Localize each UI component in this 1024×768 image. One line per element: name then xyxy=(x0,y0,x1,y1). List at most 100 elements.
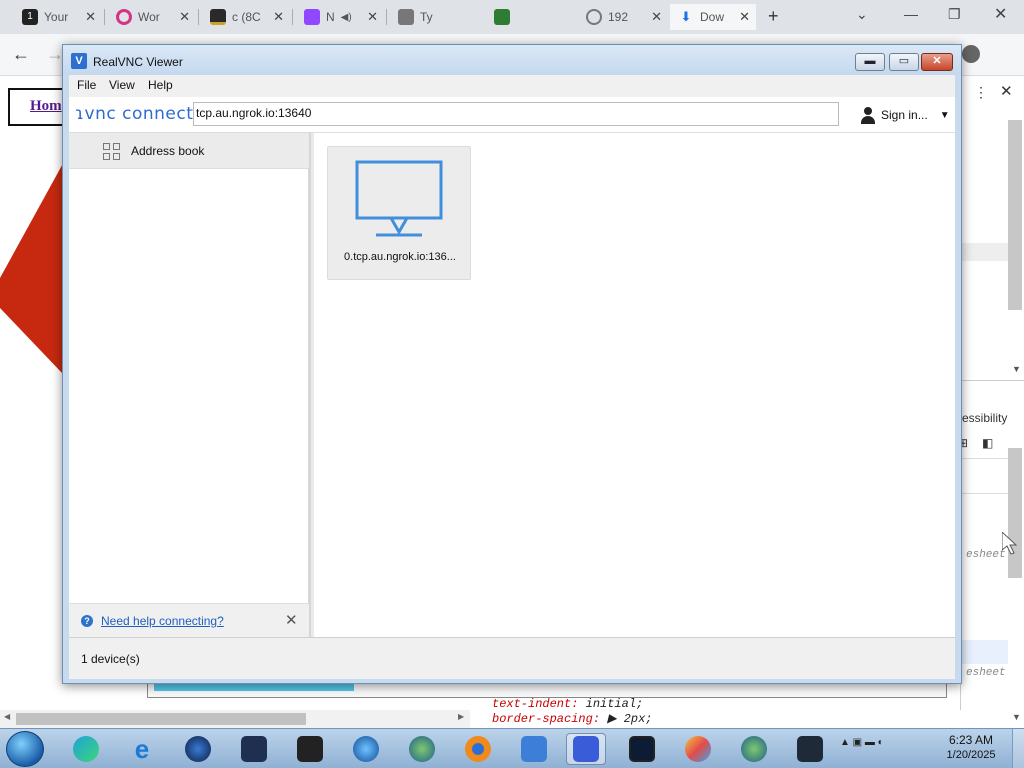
devtools-row xyxy=(962,458,1008,494)
terminal-icon[interactable] xyxy=(790,733,830,765)
close-window-icon[interactable]: ✕ xyxy=(994,4,1007,24)
accessibility-tab[interactable]: essibility xyxy=(962,411,1007,425)
close-button[interactable]: ✕ xyxy=(921,53,953,71)
window-title: RealVNC Viewer xyxy=(93,55,183,69)
help-icon: ? xyxy=(81,615,93,627)
hscroll-thumb[interactable] xyxy=(16,713,306,725)
devtools-scrollbar[interactable] xyxy=(1008,120,1022,310)
flower-icon xyxy=(116,9,132,25)
minimize-button[interactable]: ▬ xyxy=(855,53,885,71)
edge-icon[interactable] xyxy=(66,733,106,765)
css-value: initial; xyxy=(585,697,644,711)
user-icon xyxy=(859,106,877,124)
css-property: text-indent: xyxy=(492,697,579,711)
browser-tab-1[interactable]: 1 Your ✕ xyxy=(14,4,102,30)
sidebar-item-address-book[interactable]: Address book xyxy=(69,133,309,169)
browser-tab-8[interactable]: ⬇ Dow ✕ xyxy=(670,4,756,30)
vnc-toolbar: ɿvnc connect tcp.au.ngrok.io:13640 Sign … xyxy=(69,97,955,133)
red-shape xyxy=(0,158,66,373)
browser-tab-4[interactable]: N ◀) ✕ xyxy=(296,4,384,30)
kebab-icon[interactable]: ⋮ xyxy=(974,84,988,101)
globe-icon xyxy=(586,9,602,25)
realvnc-window: V RealVNC Viewer ▬ ▭ ✕ File View Help ɿv… xyxy=(62,44,962,684)
menu-view[interactable]: View xyxy=(109,78,135,92)
home-link[interactable]: Hom xyxy=(8,88,68,126)
download-icon: ⬇ xyxy=(680,9,692,24)
maximize-button[interactable]: ▭ xyxy=(889,53,919,71)
browser-tab-3[interactable]: c (8C ✕ xyxy=(202,4,290,30)
need-help-link[interactable]: Need help connecting? xyxy=(101,614,224,628)
realvnc-logo-icon: V xyxy=(71,53,87,69)
tab-separator xyxy=(292,9,293,25)
browser-tab-2[interactable]: Wor ✕ xyxy=(108,4,196,30)
css-line: text-indent: initial; xyxy=(492,697,643,711)
cube-icon xyxy=(398,9,414,25)
box-icon[interactable] xyxy=(290,733,330,765)
media-player-icon[interactable] xyxy=(346,733,386,765)
menu-help[interactable]: Help xyxy=(148,78,173,92)
close-icon[interactable]: ✕ xyxy=(179,9,190,25)
globe-icon[interactable] xyxy=(402,733,442,765)
paint-icon[interactable] xyxy=(678,733,718,765)
tab-search-icon[interactable]: ⌄ xyxy=(856,6,868,23)
browser-tab-7[interactable]: 192 ✕ xyxy=(578,4,668,30)
kde-icon[interactable] xyxy=(566,733,606,765)
new-tab-button[interactable]: + xyxy=(768,6,779,27)
show-desktop-button[interactable] xyxy=(1012,729,1024,768)
sidebar-toggle-icon[interactable]: ◧ xyxy=(982,436,993,450)
tab-separator xyxy=(104,9,105,25)
vnc-sidebar: Address book ? Need help connecting? ✕ xyxy=(69,133,311,637)
browser-tab-6[interactable] xyxy=(486,4,576,30)
vnc-address-input[interactable]: tcp.au.ngrok.io:13640 xyxy=(193,102,839,126)
progress-strip xyxy=(154,683,354,691)
vnc-titlebar[interactable]: V RealVNC Viewer ▬ ▭ ✕ xyxy=(63,45,961,75)
chart-icon xyxy=(210,9,226,25)
close-icon[interactable]: ✕ xyxy=(273,9,284,25)
scroll-down-icon[interactable]: ▼ xyxy=(1012,712,1021,722)
vnc-connect-logo: ɿvnc connect xyxy=(75,104,194,124)
back-icon[interactable]: ← xyxy=(12,44,30,65)
close-icon[interactable]: ✕ xyxy=(85,9,96,25)
browser-tab-5[interactable]: Ty xyxy=(390,4,480,30)
css-value: ▶ 2px; xyxy=(607,712,653,726)
realvnc-icon[interactable] xyxy=(514,733,554,765)
stylesheet-label: esheet xyxy=(966,667,1006,679)
scroll-left-icon[interactable]: ◀ xyxy=(4,712,10,721)
devtools-scrollbar-2[interactable] xyxy=(1008,448,1022,578)
blender-icon[interactable] xyxy=(458,733,498,765)
profile-icon[interactable] xyxy=(962,45,980,63)
clock[interactable]: 6:23 AM 1/20/2025 xyxy=(936,733,1006,763)
device-tile[interactable]: 0.tcp.au.ngrok.io:136... xyxy=(327,146,471,280)
twitch-icon xyxy=(304,9,320,25)
close-icon[interactable]: ✕ xyxy=(651,9,662,25)
devtools-divider xyxy=(960,380,1024,381)
menu-file[interactable]: File xyxy=(77,78,96,92)
tab-favicon: 1 xyxy=(22,9,38,25)
speaker-icon[interactable]: ◀) xyxy=(341,12,352,23)
ie-icon[interactable]: e xyxy=(122,733,162,765)
tray-icons[interactable]: ▲ ▣ ▬ ◐ xyxy=(840,737,884,748)
moon-icon[interactable] xyxy=(234,733,274,765)
device-area: 0.tcp.au.ngrok.io:136... xyxy=(314,133,955,637)
sidebar-item-label: Address book xyxy=(131,144,205,158)
tab-title: Ty xyxy=(420,10,433,24)
help-bar: ? Need help connecting? ✕ xyxy=(69,603,309,637)
tab-title: Wor xyxy=(138,10,160,24)
clock-date: 1/20/2025 xyxy=(946,749,996,761)
monitor-app-icon[interactable] xyxy=(622,733,662,765)
close-icon[interactable]: ✕ xyxy=(285,611,298,629)
sign-in-button[interactable]: Sign in... ▼ xyxy=(859,106,950,124)
clock-time: 6:23 AM xyxy=(948,733,994,747)
scroll-down-icon[interactable]: ▼ xyxy=(1012,364,1021,374)
devtools-close-icon[interactable]: ✕ xyxy=(1000,82,1013,100)
start-button[interactable] xyxy=(6,731,44,767)
globe2-icon[interactable] xyxy=(734,733,774,765)
close-icon[interactable]: ✕ xyxy=(367,9,378,25)
restore-icon[interactable]: ❐ xyxy=(948,6,961,23)
earth-icon[interactable] xyxy=(178,733,218,765)
stylesheet-label: esheet xyxy=(966,549,1006,561)
minimize-icon[interactable]: — xyxy=(904,6,918,22)
close-icon[interactable]: ✕ xyxy=(739,9,750,25)
scroll-right-icon[interactable]: ▶ xyxy=(458,712,464,721)
taskbar: e ▲ ▣ ▬ ◐ 6:23 AM 1/20/2025 xyxy=(0,728,1024,768)
